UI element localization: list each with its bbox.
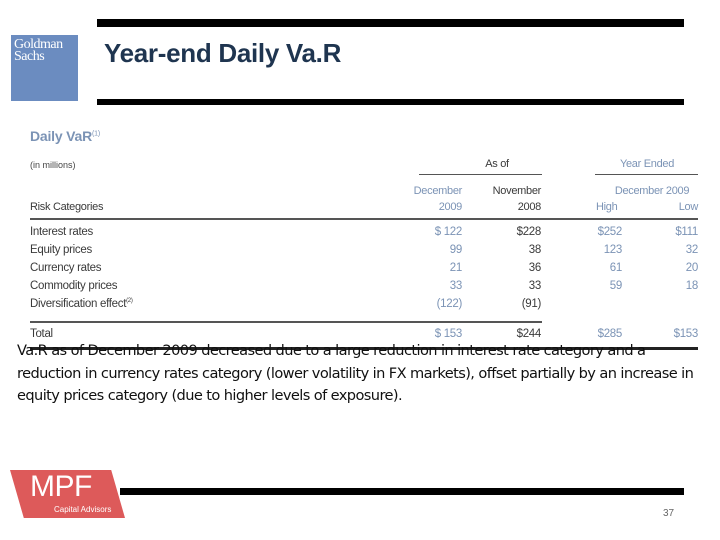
col-dec09-year: 2009 [438, 201, 463, 213]
cell-nov08: 33 [528, 280, 542, 292]
cell-high: 59 [609, 280, 623, 292]
header-rule [30, 218, 698, 220]
slide-title: Year-end Daily Va.R [104, 38, 342, 68]
page-number: 37 [663, 508, 675, 519]
table-row: Diversification effect(2) (122) (91) [30, 298, 698, 316]
as-of-header: As of [485, 158, 509, 170]
cell-nov08: $228 [516, 226, 542, 238]
cell-dec09: 33 [449, 280, 463, 292]
col-nov08-month: November [492, 185, 542, 197]
cell-high: 123 [603, 244, 623, 256]
footnote-marker: (2) [126, 298, 133, 305]
title-divider [97, 99, 684, 105]
col-nov08-year: 2008 [517, 201, 542, 213]
mpf-logo-subtitle: Capital Advisors [54, 505, 112, 514]
footnote-marker: (1) [92, 130, 100, 138]
cell-dec09: $ 122 [434, 226, 463, 238]
cell-low: 20 [685, 262, 699, 274]
risk-categories-header: Risk Categories [30, 201, 104, 213]
row-label: Diversification effect(2) [30, 298, 133, 310]
cell-low: $111 [675, 226, 698, 238]
as-of-underline [419, 174, 542, 175]
cell-nov08: (91) [521, 298, 542, 310]
total-nov08: $244 [516, 328, 542, 340]
table-unit: (in millions) [30, 160, 76, 170]
top-divider [97, 19, 684, 27]
total-label: Total [30, 328, 53, 340]
footer-divider [120, 488, 684, 495]
cell-high: $252 [597, 226, 623, 238]
table-row: Commodity prices 33 33 59 18 [30, 280, 698, 298]
cell-high: 61 [609, 262, 623, 274]
table-row: Interest rates $ 122 $228 $252 $111 [30, 226, 698, 244]
col-high: High [596, 201, 618, 213]
table-title-text: Daily VaR [30, 128, 93, 144]
row-label: Interest rates [30, 226, 93, 238]
col-year-ended-period: December 2009 [614, 185, 690, 197]
cell-low: 18 [685, 280, 699, 292]
cell-dec09: (122) [436, 298, 463, 310]
goldman-sachs-logo: Goldman Sachs [11, 35, 78, 101]
table-row: Equity prices 99 38 123 32 [30, 244, 698, 262]
year-ended-header: Year Ended [619, 158, 675, 170]
row-label: Currency rates [30, 262, 102, 274]
cell-nov08: 36 [528, 262, 542, 274]
logo-line-2: Sachs [14, 49, 45, 64]
cell-low: 32 [685, 244, 699, 256]
table-title: Daily VaR(1) [30, 128, 100, 144]
table-row: Currency rates 21 36 61 20 [30, 262, 698, 280]
row-label: Commodity prices [30, 280, 118, 292]
mpf-logo-text: MPF [30, 470, 92, 503]
col-dec09-month: December [413, 185, 463, 197]
mpf-logo: MPF Capital Advisors [10, 470, 125, 518]
total-low: $153 [673, 328, 699, 340]
total-dec09: $ 153 [434, 328, 463, 340]
cell-dec09: 21 [449, 262, 463, 274]
total-high: $285 [597, 328, 623, 340]
col-low: Low [678, 201, 699, 213]
year-ended-underline [595, 174, 698, 175]
commentary-paragraph: Va.R as of December 2009 decreased due t… [17, 342, 694, 404]
row-label: Equity prices [30, 244, 92, 256]
cell-dec09: 99 [449, 244, 463, 256]
subtotal-rule [30, 321, 542, 323]
cell-nov08: 38 [528, 244, 542, 256]
row-label-text: Diversification effect [30, 298, 127, 310]
